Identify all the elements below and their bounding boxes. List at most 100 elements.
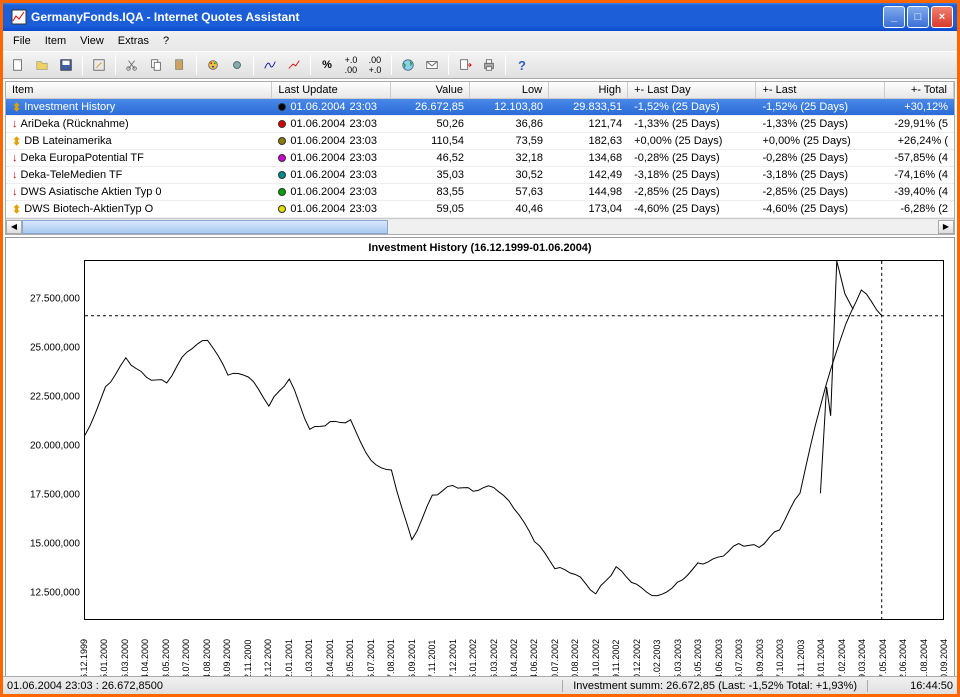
x-tick-label: 04.06.2002 <box>529 622 539 684</box>
scroll-thumb[interactable] <box>22 220 388 234</box>
x-tick-label: 12.04.2001 <box>325 622 335 684</box>
mail-icon[interactable] <box>421 54 443 76</box>
col-low[interactable]: Low <box>470 82 549 98</box>
table-row[interactable]: DB Lateinamerika01.06.2004 23:03110,5473… <box>6 133 954 150</box>
x-tick-label: 16.12.1999 <box>79 622 89 684</box>
col-last-day[interactable]: +- Last Day <box>628 82 756 98</box>
high: 182,63 <box>549 135 628 147</box>
x-tick-label: 25.03.2003 <box>673 622 683 684</box>
table-row[interactable]: Deka-TeleMedien TF01.06.2004 23:0335,033… <box>6 167 954 184</box>
trend-icon <box>12 135 21 148</box>
menu-extras[interactable]: Extras <box>112 33 155 49</box>
grid-body: Investment History 01.06.2004 23:03 26.672… <box>6 99 954 218</box>
percent-icon[interactable]: % <box>316 54 338 76</box>
date: 01.06.2004 <box>290 118 345 130</box>
table-row[interactable]: AriDeka (Rücknahme)01.06.2004 23:0350,26… <box>6 116 954 133</box>
open-icon[interactable] <box>31 54 53 76</box>
last: -0,28% (25 Days) <box>756 152 884 164</box>
export-icon[interactable] <box>454 54 476 76</box>
col-item[interactable]: Item <box>6 82 272 98</box>
last-day: -1,33% (25 Days) <box>628 118 756 130</box>
item-name: DWS Asiatische Aktien Typ 0 <box>21 186 162 198</box>
minimize-button[interactable]: _ <box>883 6 905 28</box>
item-name: Investment History <box>24 101 115 113</box>
col-last[interactable]: +- Last <box>756 82 884 98</box>
time: 23:03 <box>349 101 377 113</box>
decimal-remove-icon[interactable]: .00+.0 <box>364 54 386 76</box>
cut-icon[interactable] <box>121 54 143 76</box>
close-button[interactable]: × <box>931 6 953 28</box>
x-tick-label: 08.01.2004 <box>816 622 826 684</box>
x-tick-label: 14.08.2000 <box>202 622 212 684</box>
grid-hscroll[interactable]: ◀ ▶ <box>6 218 954 234</box>
x-tick-label: 07.05.2004 <box>878 622 888 684</box>
grid-header: Item Last Update Value Low High +- Last … <box>6 82 954 99</box>
globe-icon[interactable] <box>397 54 419 76</box>
low: 30,52 <box>470 169 549 181</box>
x-tick-label: 12.12.2000 <box>263 622 273 684</box>
colors-icon[interactable] <box>202 54 224 76</box>
x-tick-label: 29.03.2004 <box>857 622 867 684</box>
table-row[interactable]: DWS Biotech-AktienTyp O01.06.2004 23:035… <box>6 201 954 218</box>
chart-title: Investment History (16.12.1999-01.06.200… <box>6 238 954 258</box>
trend-icon[interactable] <box>283 54 305 76</box>
menu-help[interactable]: ? <box>157 33 175 49</box>
time: 23:03 <box>349 203 377 215</box>
x-tick-label: 25.07.2003 <box>734 622 744 684</box>
high: 134,68 <box>549 152 628 164</box>
time: 23:03 <box>349 118 377 130</box>
x-tick-label: 03.07.2000 <box>181 622 191 684</box>
scroll-right-icon[interactable]: ▶ <box>938 220 954 234</box>
maximize-button[interactable]: □ <box>907 6 929 28</box>
y-tick-label: 27.500,000 <box>8 294 80 305</box>
y-tick-label: 20.000,000 <box>8 440 80 451</box>
last-day: -2,85% (25 Days) <box>628 186 756 198</box>
col-total[interactable]: +- Total <box>885 82 954 98</box>
x-tick-label: 26.09.2001 <box>407 622 417 684</box>
table-row[interactable]: DWS Asiatische Aktien Typ 001.06.2004 23… <box>6 184 954 201</box>
decimal-add-icon[interactable]: +.0.00 <box>340 54 362 76</box>
col-last-update[interactable]: Last Update <box>272 82 391 98</box>
value: 26.672,85 <box>391 101 470 113</box>
table-row[interactable]: Deka EuropaPotential TF01.06.2004 23:034… <box>6 150 954 167</box>
window-title: GermanyFonds.IQA - Internet Quotes Assis… <box>31 10 881 24</box>
color-dot <box>278 154 286 162</box>
color-dot <box>278 137 286 145</box>
value: 110,54 <box>391 135 470 147</box>
save-icon[interactable] <box>55 54 77 76</box>
last: +0,00% (25 Days) <box>756 135 884 147</box>
y-tick-label: 25.000,000 <box>8 343 80 354</box>
scroll-track[interactable] <box>22 220 938 234</box>
item-name: DWS Biotech-AktienTyp O <box>24 203 153 215</box>
paste-icon[interactable] <box>169 54 191 76</box>
trend-icon <box>12 118 18 130</box>
x-tick-label: 02.11.2000 <box>243 622 253 684</box>
menu-file[interactable]: File <box>7 33 37 49</box>
status-time: 16:44:50 <box>867 680 957 692</box>
menu-item[interactable]: Item <box>39 33 72 49</box>
x-tick-label: 05.05.2003 <box>693 622 703 684</box>
edit-icon[interactable] <box>88 54 110 76</box>
curve-icon[interactable] <box>259 54 281 76</box>
x-tick-label: 22.01.2001 <box>284 622 294 684</box>
print-icon[interactable] <box>478 54 500 76</box>
help-icon[interactable]: ? <box>511 54 533 76</box>
menu-view[interactable]: View <box>74 33 110 49</box>
new-icon[interactable] <box>7 54 29 76</box>
last: -3,18% (25 Days) <box>756 169 884 181</box>
dot-icon[interactable] <box>226 54 248 76</box>
item-name: AriDeka (Rücknahme) <box>21 118 129 130</box>
scroll-left-icon[interactable]: ◀ <box>6 220 22 234</box>
last-day: -1,52% (25 Days) <box>628 101 756 113</box>
copy-icon[interactable] <box>145 54 167 76</box>
color-dot <box>278 188 286 196</box>
col-high[interactable]: High <box>549 82 628 98</box>
last-day: -0,28% (25 Days) <box>628 152 756 164</box>
x-tick-label: 17.12.2001 <box>448 622 458 684</box>
last: -1,33% (25 Days) <box>756 118 884 130</box>
total: +26,24% ( <box>885 135 954 147</box>
table-row[interactable]: Investment History01.06.2004 23:0326.672… <box>6 99 954 116</box>
x-tick-label: 22.05.2001 <box>345 622 355 684</box>
x-tick-label: 23.05.2000 <box>161 622 171 684</box>
col-value[interactable]: Value <box>391 82 470 98</box>
